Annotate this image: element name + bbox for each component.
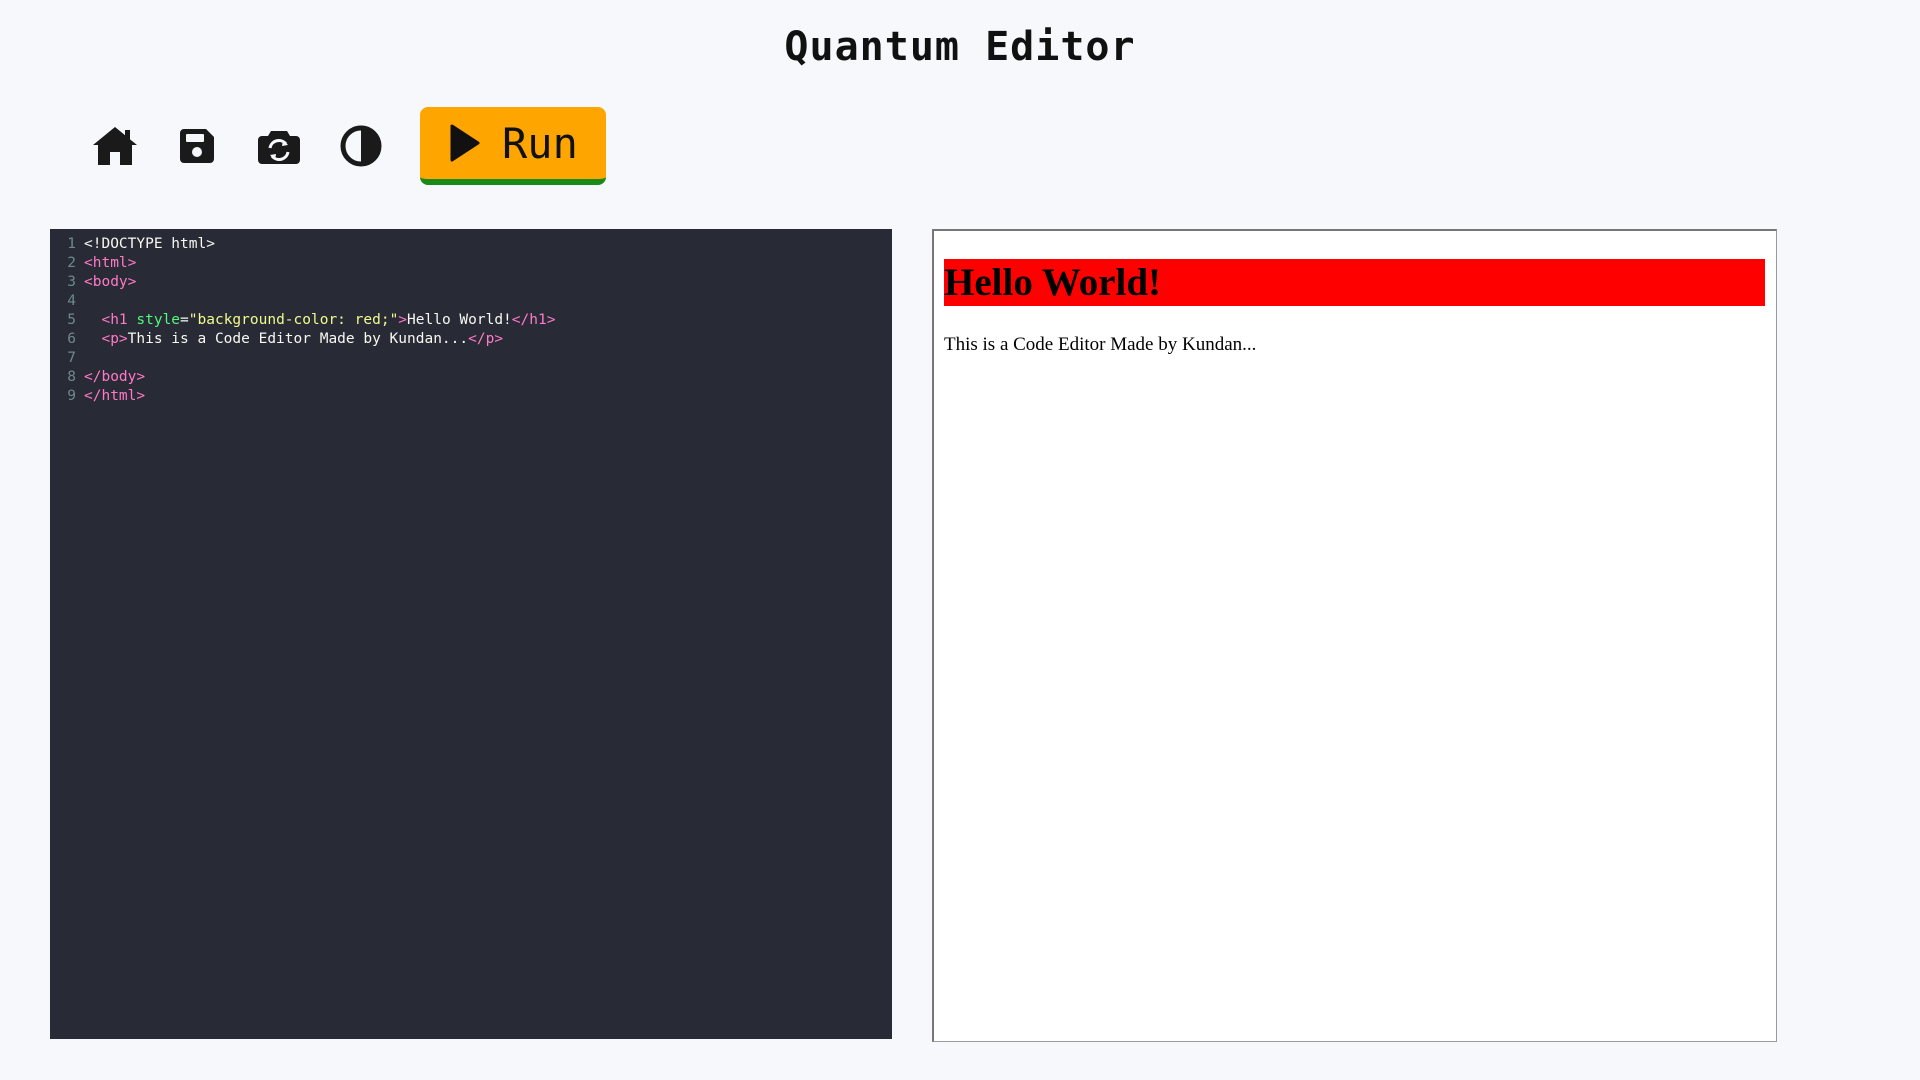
code-line[interactable]: 8 </body>: [50, 368, 892, 387]
code-token: "background-color: red;": [188, 312, 399, 328]
theme-toggle-button[interactable]: [331, 116, 391, 176]
code-editor[interactable]: 1 <!DOCTYPE html> 2 <html> 3 <body> 4 5 <h1 sty…: [50, 229, 892, 1039]
code-text: <p>This is a Code Editor Made by Kundan.…: [84, 330, 503, 349]
code-text: <html>: [84, 254, 136, 273]
code-line[interactable]: 5 <h1 style="background-color: red;">Hel…: [50, 311, 892, 330]
line-number: 1: [67, 236, 76, 252]
line-number: 4: [67, 293, 76, 309]
run-label: Run: [502, 118, 578, 168]
code-token: style: [136, 312, 181, 328]
code-text: </body>: [84, 368, 145, 387]
half-circle-icon: [340, 125, 382, 167]
screenshot-button[interactable]: [249, 116, 309, 176]
line-number: 6: [67, 331, 76, 347]
code-token: </body>: [84, 369, 146, 385]
code-token: <!DOCTYPE html>: [84, 236, 215, 252]
code-line[interactable]: 7: [50, 349, 892, 368]
code-line[interactable]: 3 <body>: [50, 273, 892, 292]
code-token: <h1: [84, 312, 137, 328]
code-line[interactable]: 1 <!DOCTYPE html>: [50, 235, 892, 254]
code-line[interactable]: 9 </html>: [50, 387, 892, 406]
code-token: <body>: [84, 274, 137, 290]
camera-rotate-icon: [258, 131, 300, 164]
code-token: <p>: [84, 331, 128, 347]
code-text: </html>: [84, 387, 145, 406]
preview-pane: Hello World! This is a Code Editor Made …: [932, 229, 1777, 1042]
home-icon: [93, 127, 137, 165]
preview-heading: Hello World!: [944, 259, 1765, 306]
line-number: 9: [67, 388, 76, 404]
code-text: <h1 style="background-color: red;">Hello…: [84, 311, 555, 330]
preview-paragraph: This is a Code Editor Made by Kundan...: [944, 334, 1257, 355]
code-text: <body>: [84, 273, 136, 292]
line-number: 8: [67, 369, 76, 385]
toolbar: [85, 107, 413, 185]
play-icon: [448, 124, 480, 162]
code-token: <html>: [84, 255, 137, 271]
line-number: 3: [67, 274, 76, 290]
code-text: <!DOCTYPE html>: [84, 235, 215, 254]
save-icon: [180, 129, 214, 163]
code-line[interactable]: 4: [50, 292, 892, 311]
run-button[interactable]: Run: [420, 107, 606, 185]
home-button[interactable]: [85, 116, 145, 176]
code-token: Hello World!: [407, 312, 512, 328]
line-number: 5: [67, 312, 76, 328]
line-number: 7: [67, 350, 76, 366]
code-token: =: [180, 312, 189, 328]
code-token: >: [398, 312, 408, 328]
code-line[interactable]: 6 <p>This is a Code Editor Made by Kunda…: [50, 330, 892, 349]
code-token: </h1>: [511, 312, 556, 328]
code-token: This is a Code Editor Made by Kundan...: [127, 331, 469, 347]
app-title: Quantum Editor: [784, 24, 1136, 70]
save-button[interactable]: [167, 116, 227, 176]
code-line[interactable]: 2 <html>: [50, 254, 892, 273]
code-token: </html>: [84, 388, 146, 404]
code-token: </p>: [468, 331, 504, 347]
line-number: 2: [67, 255, 76, 271]
